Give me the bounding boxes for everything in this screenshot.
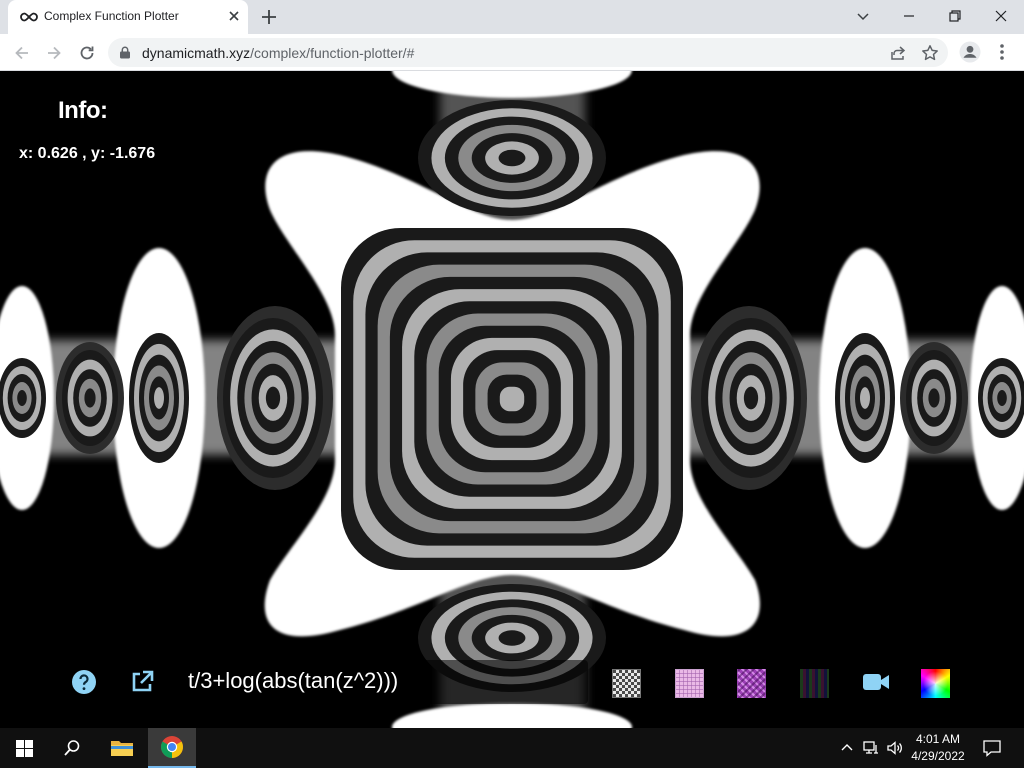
contour-ring bbox=[265, 386, 281, 410]
contour-ring bbox=[997, 390, 1007, 406]
profile-avatar-icon[interactable] bbox=[959, 41, 981, 63]
url-path: /complex/function-plotter/# bbox=[250, 45, 415, 61]
plot-controls-bar: t/3+log(abs(tan(z^2))) bbox=[0, 657, 1024, 707]
windows-taskbar: 4:01 AM 4/29/2022 bbox=[0, 728, 1024, 768]
restore-icon bbox=[949, 10, 961, 22]
clock-date[interactable]: 4/29/2022 bbox=[902, 749, 974, 763]
clock-time[interactable]: 4:01 AM bbox=[902, 732, 974, 746]
arrow-right-icon bbox=[48, 46, 61, 60]
tab-strip: Complex Function Plotter bbox=[0, 0, 1024, 34]
close-icon bbox=[995, 10, 1007, 22]
grayscale-checker-swatch[interactable] bbox=[612, 669, 641, 698]
minimize-button[interactable] bbox=[886, 0, 932, 32]
formula-input-box[interactable]: t/3+log(abs(tan(z^2))) bbox=[180, 660, 588, 704]
help-icon[interactable] bbox=[71, 669, 97, 695]
close-window-button[interactable] bbox=[978, 0, 1024, 32]
file-explorer-button[interactable] bbox=[98, 728, 146, 768]
contour-ring bbox=[498, 630, 526, 646]
restore-button[interactable] bbox=[932, 0, 978, 32]
address-bar[interactable]: dynamicmath.xyz/complex/function-plotter… bbox=[108, 38, 948, 67]
formula-input[interactable]: t/3+log(abs(tan(z^2))) bbox=[188, 668, 398, 694]
left-edge-rings bbox=[0, 358, 46, 438]
share-icon[interactable] bbox=[889, 44, 907, 62]
ring-patterns bbox=[0, 100, 1024, 692]
top-rings bbox=[418, 100, 606, 216]
arrow-left-icon bbox=[15, 46, 28, 60]
plot-viewport[interactable]: Info: x: 0.626 , y: -1.676 t/3+log(abs(t… bbox=[0, 71, 1024, 728]
minimize-icon bbox=[904, 15, 914, 17]
contour-ring bbox=[743, 386, 759, 410]
browser-toolbar: dynamicmath.xyz/complex/function-plotter… bbox=[0, 34, 1024, 71]
network-icon[interactable] bbox=[862, 739, 880, 757]
chevron-up-icon[interactable] bbox=[838, 739, 856, 757]
contour-ring bbox=[860, 387, 870, 409]
left-inner-rings bbox=[223, 318, 323, 478]
chrome-icon bbox=[161, 736, 183, 758]
bookmark-star-icon[interactable] bbox=[921, 44, 939, 62]
right-mid-rings bbox=[835, 333, 895, 463]
contour-ring bbox=[928, 388, 940, 408]
contour-ring bbox=[498, 149, 526, 167]
search-button[interactable] bbox=[48, 728, 96, 768]
chrome-taskbar-button[interactable] bbox=[148, 728, 196, 768]
left-mid-rings bbox=[129, 333, 189, 463]
tab-search-button[interactable] bbox=[840, 0, 886, 32]
back-button[interactable] bbox=[10, 41, 34, 65]
infinity-icon bbox=[20, 12, 38, 22]
left-small-rings bbox=[62, 350, 118, 446]
start-button[interactable] bbox=[0, 728, 48, 768]
contour-ring bbox=[154, 387, 164, 409]
url-text[interactable]: dynamicmath.xyz/complex/function-plotter… bbox=[142, 45, 414, 61]
rgb-stripes-swatch[interactable] bbox=[800, 669, 829, 698]
search-icon bbox=[64, 740, 80, 756]
right-edge-rings bbox=[978, 358, 1024, 438]
info-title: Info: bbox=[58, 97, 108, 124]
kebab-menu-icon[interactable] bbox=[994, 42, 1010, 62]
reload-button[interactable] bbox=[75, 41, 99, 65]
chevron-down-icon bbox=[857, 13, 869, 21]
tab-title: Complex Function Plotter bbox=[44, 9, 179, 23]
right-small-rings bbox=[906, 350, 962, 446]
center-rings bbox=[341, 228, 683, 570]
windows-logo-icon bbox=[15, 739, 33, 757]
color-wheel-icon[interactable] bbox=[921, 669, 950, 698]
lock-icon[interactable] bbox=[119, 46, 131, 59]
notification-icon[interactable] bbox=[982, 738, 1002, 758]
contour-ring bbox=[84, 388, 96, 408]
video-camera-icon[interactable] bbox=[862, 671, 890, 693]
external-link-icon[interactable] bbox=[129, 669, 155, 695]
forward-button[interactable] bbox=[42, 41, 66, 65]
contour-ring bbox=[17, 390, 27, 406]
right-inner-rings bbox=[701, 318, 801, 478]
folder-icon bbox=[111, 741, 133, 756]
purple-pattern-swatch[interactable] bbox=[737, 669, 766, 698]
reload-icon bbox=[80, 46, 94, 60]
browser-tab[interactable]: Complex Function Plotter bbox=[8, 0, 248, 34]
new-tab-icon[interactable] bbox=[258, 6, 280, 28]
complex-function-plot[interactable] bbox=[0, 71, 1024, 728]
pink-grid-swatch[interactable] bbox=[675, 669, 704, 698]
close-tab-icon[interactable] bbox=[226, 8, 242, 24]
contour-ring bbox=[499, 386, 525, 412]
cursor-coordinates: x: 0.626 , y: -1.676 bbox=[19, 145, 156, 162]
url-host: dynamicmath.xyz bbox=[142, 45, 251, 61]
